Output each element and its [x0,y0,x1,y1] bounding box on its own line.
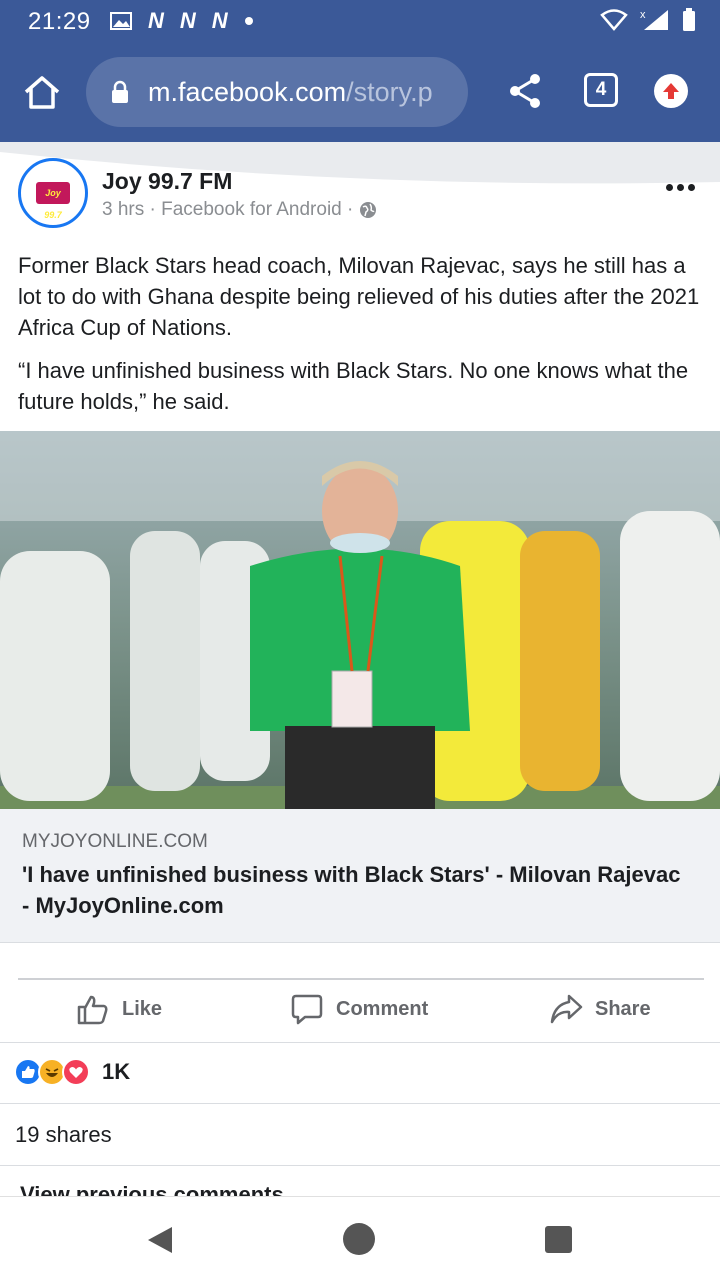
divider [0,1042,720,1043]
facebook-post: Joy 99.7 Joy 99.7 FM 3 hrs · Facebook fo… [0,142,720,1196]
comment-label: Comment [336,997,429,1020]
svg-text:x: x [640,9,646,21]
post-text: Former Black Stars head coach, Milovan R… [18,250,708,429]
n-icon: N [179,8,196,33]
view-previous-comments[interactable]: View previous comments [20,1182,284,1196]
image-icon [110,12,132,30]
tabs-icon[interactable]: 4 [584,73,618,107]
system-icons: x [600,8,696,32]
wifi-icon [600,9,628,31]
photo-illustration [0,431,720,809]
link-title: 'I have unfinished business with Black S… [22,862,681,918]
post-paragraph: “I have unfinished business with Black S… [18,358,689,414]
home-icon[interactable] [22,74,62,110]
more-options-icon[interactable] [666,180,700,194]
page-name[interactable]: Joy 99.7 FM [102,168,232,195]
link-domain: MYJOYONLINE.COM [22,831,208,852]
recent-apps-icon[interactable] [545,1226,572,1253]
dot [666,183,673,191]
like-button[interactable]: Like [76,992,162,1026]
lock-icon [112,80,128,103]
share-button[interactable]: Share [549,992,651,1026]
divider [0,1165,720,1166]
url-host: m.facebook.com [148,76,347,107]
joy-logo: Joy 99.7 [36,182,70,220]
navigation-bar [0,1196,720,1280]
share-label: Share [595,997,651,1020]
dot-icon [244,17,253,25]
comment-button[interactable]: Comment [290,992,428,1026]
post-meta: 3 hrs · Facebook for Android · [102,199,377,221]
signal-icon: x [640,9,668,30]
update-icon[interactable] [654,74,688,108]
battery-icon [683,8,695,31]
post-meta-text: 3 hrs · Facebook for Android · [102,199,354,220]
post-paragraph: Former Black Stars head coach, Milovan R… [18,253,700,340]
avatar[interactable]: Joy 99.7 [18,158,88,228]
reactions-summary[interactable]: 1K [14,1058,130,1086]
link-preview[interactable]: MYJOYONLINE.COM 'I have unfinished busin… [0,809,720,943]
browser-toolbar: m.facebook.com/story.p 4 [0,42,720,142]
globe-icon [360,202,377,218]
dot [677,183,684,191]
post-header: Joy 99.7 Joy 99.7 FM 3 hrs · Facebook fo… [0,142,720,242]
url-field[interactable]: m.facebook.com/story.p [86,57,468,127]
status-bar: 21:29 N N N x [0,0,720,42]
share-icon[interactable] [508,72,542,110]
reaction-count: 1K [102,1059,131,1084]
divider [18,978,704,980]
share-count[interactable]: 19 shares [15,1122,112,1148]
notification-icons: N N N [110,8,254,34]
like-icon [77,995,108,1025]
love-reaction-icon [62,1058,90,1086]
url-path: /story.p [346,76,433,107]
home-nav-icon[interactable] [343,1223,375,1255]
action-bar: Like Comment Share [0,982,720,1044]
arrow-up-icon [663,83,679,99]
share-arrow-icon [550,994,583,1024]
dot [688,183,695,191]
divider [0,1103,720,1104]
n-icon: N [211,8,228,33]
post-photo[interactable] [0,431,720,809]
comment-icon [291,994,323,1025]
status-time: 21:29 [28,8,91,35]
like-label: Like [122,997,163,1020]
n-icon: N [148,8,164,33]
back-icon[interactable] [146,1225,174,1255]
tab-count: 4 [595,79,607,100]
